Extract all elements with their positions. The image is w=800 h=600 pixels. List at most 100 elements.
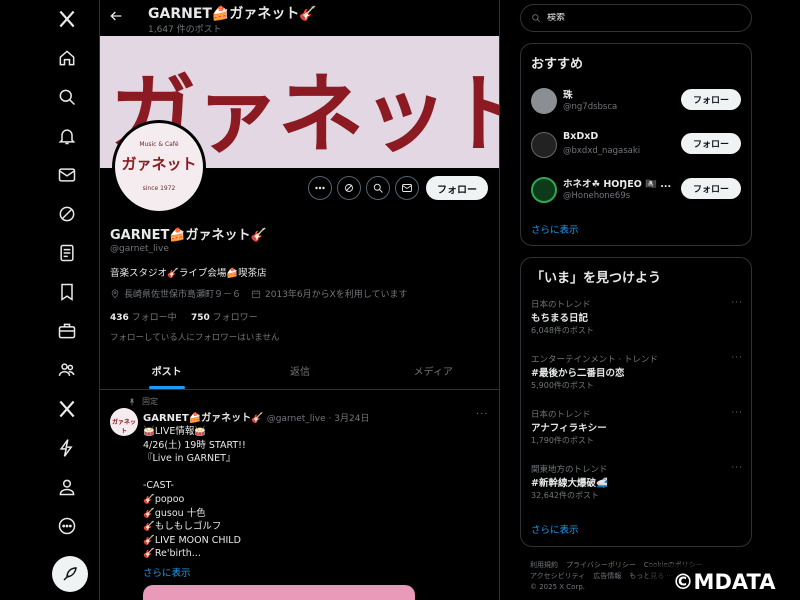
follow-button[interactable]: フォロー — [681, 89, 741, 110]
premium-x-icon[interactable] — [50, 392, 84, 426]
grok-button[interactable] — [337, 176, 361, 200]
followers-you-know-note: フォローしている人にフォロワーはいません — [110, 333, 280, 343]
trend-name: #最後から二番目の恋 — [531, 368, 625, 379]
profile-column: GARNET🍰ガァネット🎸 1,647 件のポスト ガァネット Music & … — [100, 0, 500, 600]
pinned-post[interactable]: 固定 ガァネット GARNET🍰ガァネット🎸 @garnet_live · 3月… — [100, 392, 499, 600]
search-box[interactable] — [520, 4, 752, 32]
trend-count: 5,900件のポスト — [531, 381, 594, 390]
profile-header-bar: GARNET🍰ガァネット🎸 1,647 件のポスト — [100, 0, 499, 36]
trend-more-icon[interactable]: ··· — [731, 353, 743, 363]
recommend-item[interactable]: 珠 @ng7dsbsca フォロー — [531, 86, 743, 122]
footer-link[interactable]: プライバシーポリシー — [566, 561, 636, 569]
profile-meta: 長崎県佐世保市島瀬町９－６ 2013年6月からXを利用しています — [110, 287, 408, 300]
recommend-handle: @bxdxd_nagasaki — [563, 146, 641, 156]
more-icon[interactable] — [50, 509, 84, 543]
profile-tabs: ポスト 返信 メディア — [100, 356, 499, 390]
tab-replies[interactable]: 返信 — [233, 356, 366, 389]
avatar-tagline: Music & Café — [139, 141, 179, 148]
x-logo-icon[interactable] — [50, 2, 84, 36]
home-icon[interactable] — [50, 41, 84, 75]
back-arrow-icon[interactable] — [108, 8, 128, 28]
communities-icon[interactable] — [50, 353, 84, 387]
recommend-handle: @ng7dsbsca — [563, 102, 618, 112]
trend-context: 日本のトレンド — [531, 300, 591, 310]
post-author[interactable]: GARNET🍰ガァネット🎸 — [143, 413, 264, 424]
trends-show-more[interactable]: さらに表示 — [531, 522, 579, 536]
trend-count: 6,048件のポスト — [531, 326, 594, 335]
footer-link[interactable]: 利用規約 — [530, 561, 558, 569]
search-icon[interactable] — [50, 80, 84, 114]
follow-button[interactable]: フォロー — [681, 178, 741, 199]
profile-icon[interactable] — [50, 470, 84, 504]
trend-name: もちまる日記 — [531, 313, 589, 324]
footer-link[interactable]: アクセシビリティ — [530, 572, 585, 580]
trends-card: 「いま」を見つけよう 日本のトレンド もちまる日記 6,048件のポスト ···… — [520, 257, 752, 547]
message-button[interactable] — [395, 176, 419, 200]
footer-link[interactable]: 広告情報 — [593, 572, 621, 580]
lists-icon[interactable] — [50, 236, 84, 270]
profile-stats: 436 フォロー中 750 フォロワー — [110, 310, 258, 323]
profile-location: 長崎県佐世保市島瀬町９－６ — [124, 290, 242, 300]
post-show-more-link[interactable]: さらに表示 — [143, 565, 191, 579]
post-text: 🥁LIVE情報🥁 4/26(土) 19時 START!! 『Live in GA… — [143, 426, 246, 560]
footer-copyright: © 2025 X Corp. — [530, 583, 586, 591]
search-input[interactable] — [547, 13, 737, 23]
watermark: ©MDATA — [648, 564, 800, 600]
header-profile-name: GARNET🍰ガァネット🎸 — [148, 6, 317, 22]
avatar[interactable] — [531, 177, 557, 203]
trend-item[interactable]: 日本のトレンド アナフィラキシー 1,790件のポスト ··· — [531, 408, 743, 456]
trend-more-icon[interactable]: ··· — [731, 463, 743, 473]
search-icon — [373, 183, 383, 193]
avatar-since: since 1972 — [142, 185, 176, 192]
trend-item[interactable]: 日本のトレンド もちまる日記 6,048件のポスト ··· — [531, 298, 743, 346]
trend-more-icon[interactable]: ··· — [731, 298, 743, 308]
recommend-item[interactable]: ホネオ☘ HOŊEO 🏴‍☠️ ... @Honehone69s フォロー — [531, 175, 743, 211]
profile-handle: @garnet_live — [110, 244, 169, 254]
trends-title: 「いま」を見つけよう — [531, 271, 662, 286]
location-pin-icon — [111, 289, 119, 298]
recommend-handle: @Honehone69s — [563, 191, 631, 201]
grok-icon — [345, 184, 353, 192]
bell-icon[interactable] — [50, 119, 84, 153]
jobs-icon[interactable] — [50, 314, 84, 348]
search-icon — [532, 14, 541, 23]
bookmark-icon[interactable] — [50, 275, 84, 309]
who-to-follow-title: おすすめ — [531, 57, 584, 72]
compose-post-button[interactable] — [52, 556, 88, 592]
trend-more-icon[interactable]: ··· — [731, 408, 743, 418]
calendar-icon — [251, 289, 261, 298]
more-options-button[interactable] — [308, 176, 332, 200]
followers-link[interactable]: 750 フォロワー — [191, 313, 258, 323]
trend-name: #新幹線大爆破🚅 — [531, 478, 608, 489]
avatar[interactable] — [531, 88, 557, 114]
who-to-follow-show-more[interactable]: さらに表示 — [531, 222, 579, 236]
feather-icon — [63, 567, 77, 581]
pin-icon — [129, 398, 135, 405]
follow-button[interactable]: フォロー — [681, 133, 741, 154]
trend-count: 1,790件のポスト — [531, 436, 594, 445]
post-more-icon[interactable]: ··· — [476, 409, 489, 420]
post-meta: @garnet_live · 3月24日 — [266, 414, 370, 424]
post-avatar[interactable]: ガァネット — [110, 408, 138, 436]
search-posts-button[interactable] — [366, 176, 390, 200]
post-header: GARNET🍰ガァネット🎸 @garnet_live · 3月24日 — [143, 409, 369, 424]
side-nav — [0, 0, 100, 600]
avatar[interactable] — [531, 132, 557, 158]
mail-icon[interactable] — [50, 158, 84, 192]
trend-context: 日本のトレンド — [531, 410, 591, 420]
trend-item[interactable]: 関東地方のトレンド #新幹線大爆破🚅 32,642件のポスト ··· — [531, 463, 743, 511]
mail-icon — [402, 184, 412, 192]
grok-icon[interactable] — [50, 197, 84, 231]
post-media-image[interactable] — [143, 585, 415, 600]
following-link[interactable]: 436 フォロー中 — [110, 313, 177, 323]
follow-button[interactable]: フォロー — [426, 176, 488, 200]
who-to-follow-card: おすすめ 珠 @ng7dsbsca フォロー BxDxD @bxdxd_naga… — [520, 43, 752, 246]
trend-item[interactable]: エンターテインメント · トレンド #最後から二番目の恋 5,900件のポスト … — [531, 353, 743, 401]
tab-media[interactable]: メディア — [367, 356, 499, 389]
profile-avatar[interactable]: Music & Café ガァネット since 1972 — [112, 120, 206, 214]
trend-context: 関東地方のトレンド — [531, 465, 608, 475]
tab-posts[interactable]: ポスト — [100, 356, 233, 389]
recommend-item[interactable]: BxDxD @bxdxd_nagasaki フォロー — [531, 130, 743, 166]
header-post-count: 1,647 件のポスト — [148, 25, 222, 35]
verified-orgs-icon[interactable] — [50, 431, 84, 465]
